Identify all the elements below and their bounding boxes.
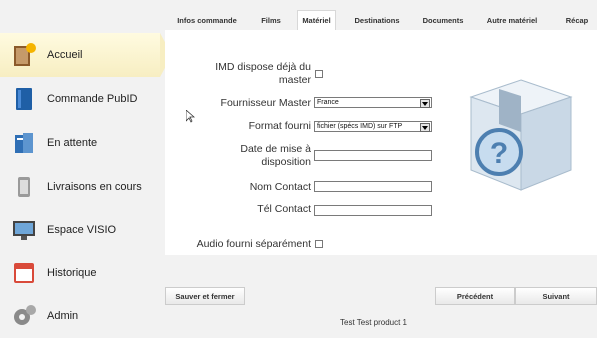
chevron-down-icon: [420, 123, 430, 132]
sidebar-item-label: Accueil: [47, 49, 83, 61]
waiting-icon: [10, 129, 38, 157]
tab-destinations[interactable]: Destinations: [351, 10, 403, 30]
date-field[interactable]: [314, 150, 432, 161]
previous-button[interactable]: Précédent: [435, 287, 515, 305]
date-label: Date de mise à disposition: [240, 143, 311, 168]
fournisseur-select[interactable]: France: [314, 97, 432, 108]
svg-text:?: ?: [490, 137, 508, 170]
sidebar-item-label: Admin: [47, 310, 79, 322]
material-form-panel: IMD dispose déjà du master Fournisseur M…: [165, 30, 597, 255]
monitor-icon: [10, 216, 38, 244]
tab-documents[interactable]: Documents: [422, 10, 464, 30]
format-select[interactable]: fichier (spécs IMD) sur FTP: [314, 121, 432, 132]
imd-master-checkbox[interactable]: [315, 70, 323, 78]
home-icon: [10, 41, 38, 69]
nom-contact-field[interactable]: [314, 181, 432, 192]
sidebar: Accueil Commande PubID En attente Livrai…: [0, 0, 172, 327]
sidebar-item-label: Livraisons en cours: [47, 181, 142, 193]
question-box-icon: ?: [469, 79, 573, 191]
nom-contact-label: Nom Contact: [249, 181, 311, 193]
format-value: fichier (spécs IMD) sur FTP: [317, 123, 403, 130]
fournisseur-value: France: [317, 99, 339, 106]
tab-materiel[interactable]: Matériel: [297, 10, 336, 30]
sidebar-item-espace-visio[interactable]: Espace VISIO: [0, 208, 160, 252]
mouse-cursor-icon: [186, 110, 195, 123]
tel-contact-label: Tél Contact: [257, 203, 311, 215]
save-close-button[interactable]: Sauver et fermer: [165, 287, 245, 305]
sidebar-item-livraisons[interactable]: Livraisons en cours: [0, 165, 160, 209]
sidebar-item-en-attente[interactable]: En attente: [0, 121, 160, 165]
imd-master-label: IMD dispose déjà du master: [215, 61, 311, 86]
tab-autre-materiel[interactable]: Autre matériel: [483, 10, 541, 30]
audio-label: Audio fourni séparément: [196, 238, 311, 250]
next-button[interactable]: Suivant: [515, 287, 597, 305]
sidebar-item-historique[interactable]: Historique: [0, 251, 160, 295]
chevron-down-icon: [420, 99, 430, 108]
format-label: Format fourni: [248, 120, 311, 132]
sidebar-item-commande-pubid[interactable]: Commande PubID: [0, 77, 160, 121]
delivery-icon: [10, 173, 38, 201]
sidebar-item-label: En attente: [47, 137, 98, 149]
sidebar-item-label: Historique: [47, 267, 97, 279]
sidebar-item-label: Espace VISIO: [47, 224, 117, 236]
tab-films[interactable]: Films: [258, 10, 284, 30]
sidebar-item-label: Commande PubID: [47, 93, 138, 105]
sidebar-item-admin[interactable]: Admin: [0, 294, 160, 338]
calendar-icon: [10, 259, 38, 287]
tel-contact-field[interactable]: [314, 205, 432, 216]
product-title: Test Test product 1: [340, 318, 407, 327]
tab-recap[interactable]: Récap: [562, 10, 592, 30]
tab-bar: Infos commande Films Matériel Destinatio…: [160, 10, 597, 30]
fournisseur-label: Fournisseur Master: [220, 97, 311, 109]
action-bar: Sauver et fermer Précédent Suivant: [160, 287, 597, 305]
book-icon: [10, 85, 38, 113]
gears-icon: [10, 302, 38, 330]
audio-checkbox[interactable]: [315, 240, 323, 248]
tab-infos-commande[interactable]: Infos commande: [172, 10, 242, 30]
sidebar-item-accueil[interactable]: Accueil: [0, 33, 172, 77]
